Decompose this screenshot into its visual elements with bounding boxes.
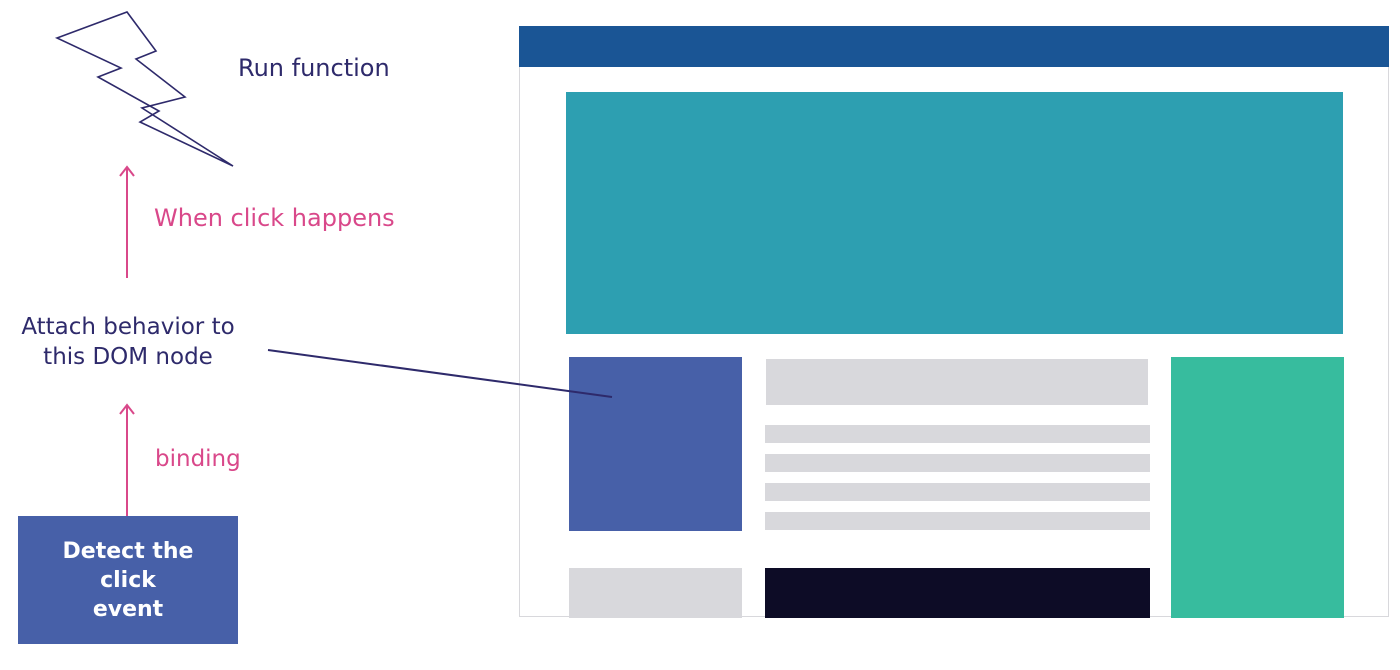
connector-line — [267, 349, 613, 398]
